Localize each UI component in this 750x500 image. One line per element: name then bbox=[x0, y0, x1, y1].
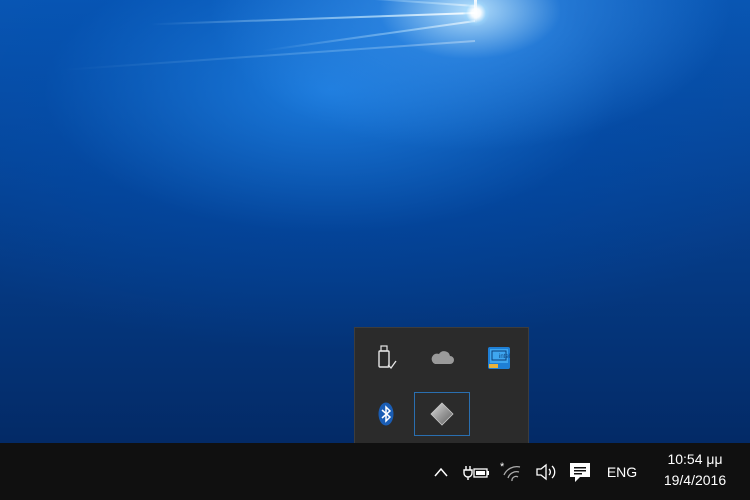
clock-time: 10:54 μμ bbox=[667, 451, 723, 467]
action-center-button[interactable] bbox=[565, 443, 595, 500]
light-ray bbox=[150, 12, 476, 26]
usb-safely-remove-icon[interactable] bbox=[358, 336, 414, 380]
power-battery-icon bbox=[463, 465, 489, 480]
network-button[interactable]: * bbox=[496, 443, 526, 500]
speaker-icon bbox=[536, 463, 556, 480]
light-ray bbox=[330, 0, 476, 7]
clock-button[interactable]: 10:54 μμ 19/4/2016 bbox=[645, 449, 745, 491]
power-status-button[interactable] bbox=[460, 443, 492, 500]
volume-button[interactable] bbox=[531, 443, 561, 500]
input-language-button[interactable]: ENG bbox=[600, 443, 644, 500]
intel-graphics-icon[interactable]: intel bbox=[471, 336, 527, 380]
svg-text:intel: intel bbox=[499, 354, 510, 360]
svg-text:*: * bbox=[500, 461, 505, 473]
onedrive-cloud-icon[interactable] bbox=[414, 336, 470, 380]
action-center-icon bbox=[570, 462, 590, 482]
light-ray bbox=[60, 40, 476, 71]
taskbar: * ENG 10:54 μμ 19/4/2016 bbox=[0, 443, 750, 500]
language-label: ENG bbox=[606, 463, 638, 480]
light-flare bbox=[474, 0, 477, 24]
wifi-icon: * bbox=[500, 461, 521, 481]
hidden-icons-flyout: intel bbox=[354, 327, 529, 443]
bluetooth-icon[interactable] bbox=[358, 392, 414, 436]
clock-date: 19/4/2016 bbox=[663, 472, 727, 488]
diamond-app-icon[interactable] bbox=[414, 392, 470, 436]
chevron-up-icon bbox=[434, 467, 448, 476]
show-hidden-icons-button[interactable] bbox=[428, 443, 454, 500]
